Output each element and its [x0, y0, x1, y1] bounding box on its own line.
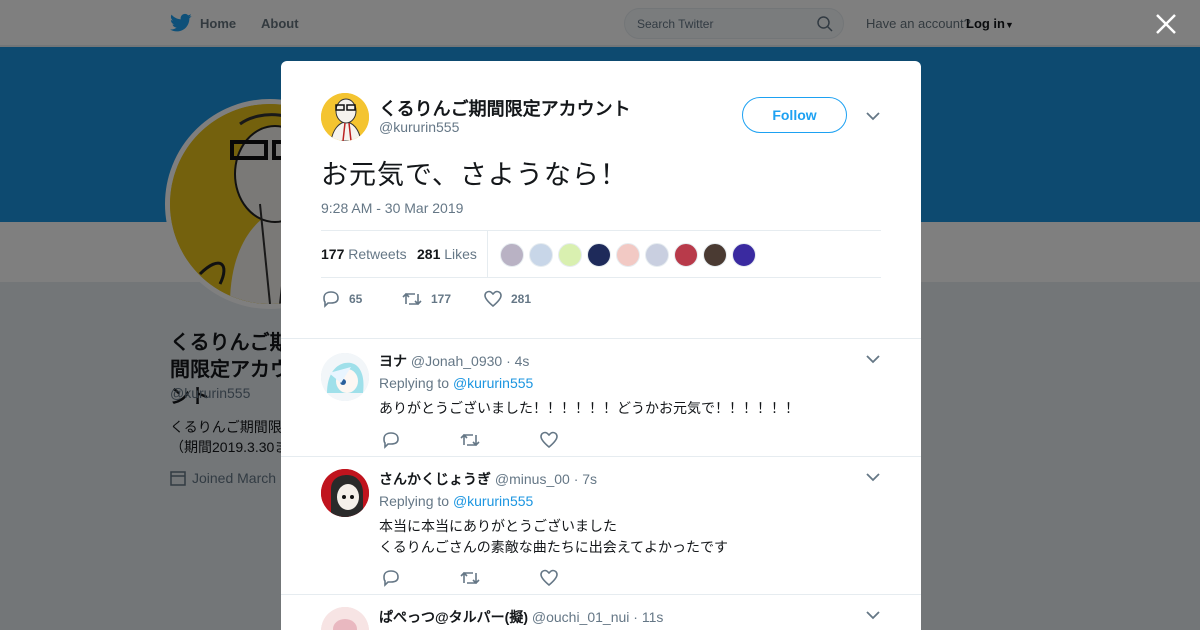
like-button[interactable]: 281: [483, 290, 531, 308]
chevron-down-icon[interactable]: [866, 111, 880, 121]
reply-text-line: ありがとうございました！！！！！！どうかお元気で！！！！！！: [379, 400, 799, 416]
reply-author-name[interactable]: さんかくじょうぎ: [379, 471, 491, 487]
chevron-down-icon[interactable]: [866, 472, 880, 482]
reply-author-name[interactable]: ぱぺっつ@タルパー(擬): [379, 609, 528, 625]
reply-text-line: 本当に本当にありがとうございました: [379, 518, 617, 534]
stats-divider: [487, 231, 488, 278]
reply-text: ありがとうございました！！！！！！どうかお元気で！！！！！！: [379, 398, 799, 419]
reply-avatar[interactable]: [321, 469, 369, 517]
retweet-button[interactable]: 177: [401, 290, 451, 308]
reply-header: ぱぺっつ@タルパー(擬) @ouchi_01_nui · 11s: [379, 607, 663, 627]
liker-avatar[interactable]: [558, 243, 582, 267]
tweet-text: お元気で、さようなら！: [321, 160, 628, 190]
chevron-down-icon[interactable]: [866, 610, 880, 620]
likes-label: Likes: [444, 246, 477, 262]
reply-icon[interactable]: [381, 431, 401, 449]
replying-to-link[interactable]: @kururin555: [453, 375, 533, 391]
reply-author-handle[interactable]: @Jonah_0930: [411, 353, 502, 369]
reply-time[interactable]: · 7s: [574, 471, 597, 487]
chevron-down-icon[interactable]: [866, 354, 880, 364]
retweet-icon[interactable]: [459, 431, 481, 449]
author-name[interactable]: くるりんご期間限定アカウント: [379, 95, 631, 121]
retweets-label: Retweets: [348, 246, 407, 262]
reply-tweet[interactable]: ヨナ @Jonah_0930 · 4s Replying to @kururin…: [281, 338, 921, 456]
liker-avatar[interactable]: [587, 243, 611, 267]
retweet-icon[interactable]: [459, 569, 481, 587]
likes-stat[interactable]: 281 Likes: [417, 246, 477, 262]
heart-icon[interactable]: [539, 431, 559, 449]
tweet-timestamp[interactable]: 9:28 AM - 30 Mar 2019: [321, 200, 463, 216]
reply-author-handle[interactable]: @ouchi_01_nui: [532, 609, 630, 625]
reply-time[interactable]: · 4s: [506, 353, 529, 369]
tweet-stats: 177 Retweets 281 Likes: [321, 230, 881, 278]
reply-count: 65: [349, 292, 363, 306]
liker-avatar[interactable]: [500, 243, 524, 267]
liker-avatar[interactable]: [674, 243, 698, 267]
retweet-icon: [402, 292, 422, 306]
replying-to: Replying to @kururin555: [379, 493, 533, 509]
reply-avatar-image: [321, 607, 369, 630]
retweets-stat[interactable]: 177 Retweets: [321, 246, 407, 262]
heart-icon: [484, 290, 502, 308]
liker-avatar[interactable]: [732, 243, 756, 267]
reply-avatar-image: [321, 353, 369, 401]
retweets-count: 177: [321, 246, 345, 262]
reply-tweet[interactable]: ぱぺっつ@タルパー(擬) @ouchi_01_nui · 11s: [281, 594, 921, 630]
reply-icon[interactable]: [381, 569, 401, 587]
reply-header: ヨナ @Jonah_0930 · 4s: [379, 351, 529, 371]
reply-author-name[interactable]: ヨナ: [379, 353, 407, 369]
reply-avatar[interactable]: [321, 353, 369, 401]
follow-button[interactable]: Follow: [742, 97, 847, 133]
heart-icon[interactable]: [539, 569, 559, 587]
replying-to-prefix: Replying to: [379, 493, 450, 509]
replying-to: Replying to @kururin555: [379, 375, 533, 391]
author-avatar-image: [321, 93, 369, 141]
like-count: 281: [511, 292, 532, 306]
liker-avatar[interactable]: [529, 243, 553, 267]
reply-icon: [323, 291, 339, 308]
tweet-actions: 65 177 281: [321, 290, 621, 310]
liker-avatar[interactable]: [645, 243, 669, 267]
likes-count: 281: [417, 246, 441, 262]
reply-header: さんかくじょうぎ @minus_00 · 7s: [379, 469, 597, 489]
reply-tweet[interactable]: さんかくじょうぎ @minus_00 · 7s Replying to @kur…: [281, 456, 921, 594]
tweet-modal: くるりんご期間限定アカウント @kururin555 Follow お元気で、さ…: [281, 61, 921, 630]
reply-avatar[interactable]: [321, 607, 369, 630]
author-handle[interactable]: @kururin555: [379, 119, 459, 135]
replying-to-prefix: Replying to: [379, 375, 450, 391]
reply-text-line: くるりんごさんの素敵な曲たちに出会えてよかったです: [379, 539, 729, 555]
liker-avatar[interactable]: [703, 243, 727, 267]
author-avatar[interactable]: [321, 93, 369, 141]
retweet-count: 177: [431, 292, 452, 306]
reply-button[interactable]: 65: [321, 290, 362, 308]
close-icon[interactable]: [1154, 12, 1178, 36]
reply-time[interactable]: · 11s: [633, 609, 663, 625]
liker-avatar[interactable]: [616, 243, 640, 267]
reply-avatar-image: [321, 469, 369, 517]
reply-author-handle[interactable]: @minus_00: [495, 471, 570, 487]
replying-to-link[interactable]: @kururin555: [453, 493, 533, 509]
reply-text: 本当に本当にありがとうございました くるりんごさんの素敵な曲たちに出会えてよかっ…: [379, 516, 728, 558]
